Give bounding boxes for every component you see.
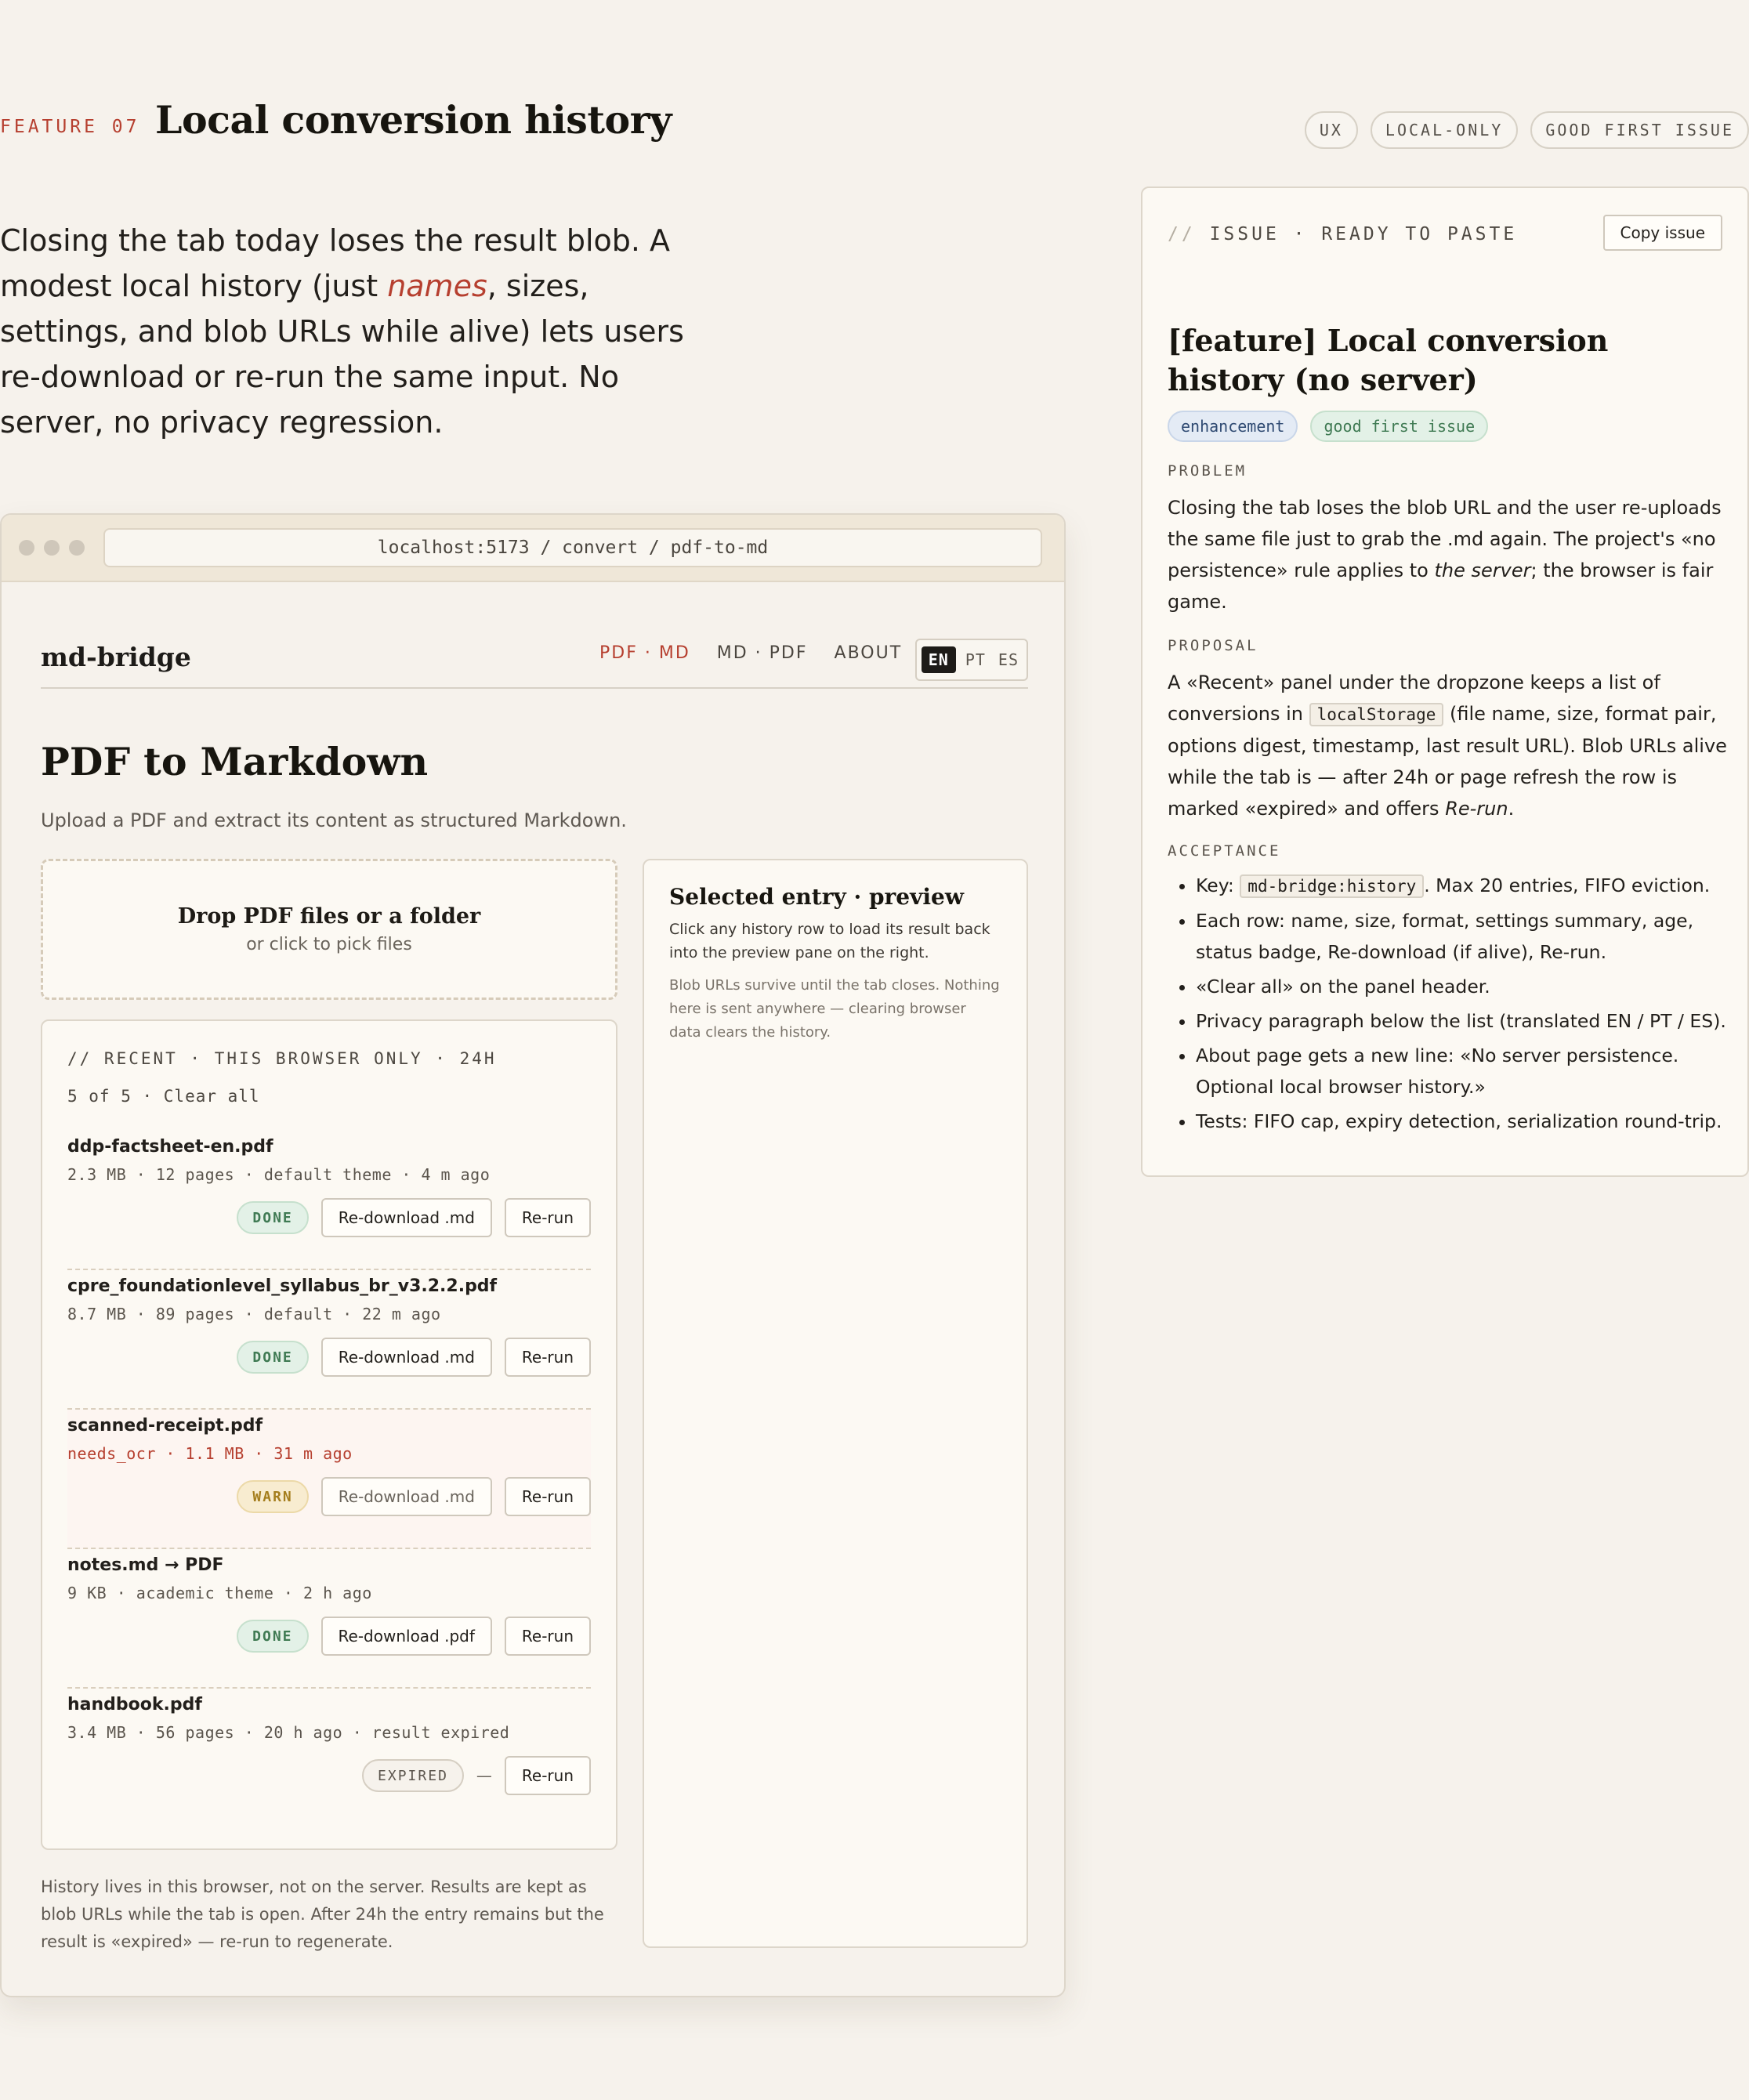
preview-panel: Selected entry · preview Click any histo… <box>643 859 1028 1948</box>
acceptance-item: About page gets a new line: «No server p… <box>1196 1040 1730 1102</box>
row-meta: 9 KB · academic theme · 2 h ago <box>67 1584 372 1602</box>
label-enhancement: enhancement <box>1168 411 1298 442</box>
row-actions: WARN Re-download .md Re-run <box>237 1477 591 1516</box>
rerun-button[interactable]: Re-run <box>504 1198 591 1237</box>
lang-en[interactable]: EN <box>921 646 956 673</box>
acceptance-label: ACCEPTANCE <box>1168 842 1281 860</box>
app-title: PDF to Markdown <box>41 739 429 784</box>
preview-title: Selected entry · preview <box>669 884 964 910</box>
row-actions: EXPIRED — Re-run <box>362 1756 591 1795</box>
row-meta: 8.7 MB · 89 pages · default · 22 m ago <box>67 1305 441 1323</box>
dropzone-title: Drop PDF files or a folder <box>177 904 481 929</box>
problem-label: PROBLEM <box>1168 462 1247 480</box>
status-badge: DONE <box>237 1341 309 1374</box>
app-content: md-bridge PDF · MD MD · PDF ABOUT EN PT … <box>41 582 1028 1951</box>
preview-note: Blob URLs survive until the tab closes. … <box>669 977 1000 1041</box>
redownload-button[interactable]: Re-download .pdf <box>320 1617 492 1656</box>
dropzone-subtitle: or click to pick files <box>246 935 412 954</box>
status-badge: EXPIRED <box>362 1759 464 1792</box>
acceptance-item: Privacy paragraph below the list (transl… <box>1196 1005 1730 1037</box>
issue-labels: enhancement good first issue <box>1168 411 1489 442</box>
proposal-label: PROPOSAL <box>1168 637 1258 654</box>
row-actions: DONE Re-download .pdf Re-run <box>237 1617 591 1656</box>
row-file-name: notes.md → PDF <box>67 1555 224 1575</box>
window-dot-icon[interactable] <box>19 540 34 556</box>
address-bar[interactable]: localhost:5173 / convert / pdf-to-md <box>103 528 1042 567</box>
rerun-button[interactable]: Re-run <box>504 1617 591 1656</box>
row-actions: DONE Re-download .md Re-run <box>237 1198 591 1237</box>
redownload-button[interactable]: Re-download .md <box>320 1198 492 1237</box>
nav-md-to-pdf[interactable]: MD · PDF <box>717 643 808 663</box>
tag-local-only: LOCAL-ONLY <box>1370 111 1519 149</box>
nav-pdf-to-md[interactable]: PDF · MD <box>599 643 690 663</box>
privacy-footnote: History lives in this browser, not on th… <box>41 1877 604 1951</box>
lang-es[interactable]: ES <box>995 647 1022 672</box>
nav-links: PDF · MD MD · PDF ABOUT <box>599 643 902 663</box>
acceptance-list: Key: md-bridge:history. Max 20 entries, … <box>1168 870 1730 1137</box>
history-count-clear-all[interactable]: 5 of 5 · Clear all <box>67 1087 591 1106</box>
status-badge: DONE <box>237 1620 309 1653</box>
no-download-placeholder: — <box>476 1766 492 1785</box>
history-list: ddp-factsheet-en.pdf 2.3 MB · 12 pages ·… <box>67 1131 591 1828</box>
file-dropzone[interactable]: Drop PDF files or a folder or click to p… <box>41 859 617 1000</box>
browser-chrome: localhost:5173 / convert / pdf-to-md <box>2 515 1064 582</box>
acceptance-item: «Clear all» on the panel header. <box>1196 971 1730 1002</box>
code-history-key: md-bridge:history <box>1240 874 1425 898</box>
problem-body: Closing the tab loses the blob URL and t… <box>1168 497 1722 613</box>
lang-pt[interactable]: PT <box>962 647 989 672</box>
tag-list: UX LOCAL-ONLY GOOD FIRST ISSUE <box>1304 111 1749 149</box>
code-localstorage: localStorage <box>1309 703 1444 726</box>
copy-issue-button[interactable]: Copy issue <box>1602 215 1722 251</box>
preview-text: Click any history row to load its result… <box>669 921 990 961</box>
acceptance-item: Tests: FIFO cap, expiry detection, seria… <box>1196 1106 1730 1137</box>
browser-window: localhost:5173 / convert / pdf-to-md md-… <box>0 513 1066 1997</box>
label-good-first-issue: good first issue <box>1310 411 1489 442</box>
row-file-name: handbook.pdf <box>67 1695 202 1714</box>
history-row[interactable]: cpre_foundationlevel_syllabus_br_v3.2.2.… <box>67 1270 591 1410</box>
row-meta: needs_ocr · 1.1 MB · 31 m ago <box>67 1444 353 1463</box>
history-heading: // RECENT · THIS BROWSER ONLY · 24H <box>67 1049 497 1068</box>
acceptance-item: Key: md-bridge:history. Max 20 entries, … <box>1196 870 1730 902</box>
status-badge: DONE <box>237 1201 309 1234</box>
intro-paragraph: Closing the tab today loses the result b… <box>0 223 684 440</box>
redownload-button[interactable]: Re-download .md <box>320 1338 492 1377</box>
issue-heading: // ISSUE · READY TO PASTE <box>1168 224 1518 244</box>
row-file-name: cpre_foundationlevel_syllabus_br_v3.2.2.… <box>67 1276 498 1296</box>
feature-label: FEATURE 07 <box>0 117 140 137</box>
rerun-button[interactable]: Re-run <box>504 1756 591 1795</box>
tag-good-first-issue: GOOD FIRST ISSUE <box>1530 111 1749 149</box>
nav-about[interactable]: ABOUT <box>835 643 903 663</box>
page-title: Local conversion history <box>155 97 672 143</box>
rerun-button[interactable]: Re-run <box>504 1477 591 1516</box>
issue-card: // ISSUE · READY TO PASTE Copy issue [fe… <box>1141 186 1749 1177</box>
row-meta: 3.4 MB · 56 pages · 20 h ago · result ex… <box>67 1723 510 1742</box>
app-subtitle: Upload a PDF and extract its content as … <box>41 809 627 831</box>
history-panel: // RECENT · THIS BROWSER ONLY · 24H 5 of… <box>41 1019 617 1850</box>
intro-emphasis: names <box>387 269 487 303</box>
proposal-body: A «Recent» panel under the dropzone keep… <box>1168 672 1727 820</box>
app-navbar: md-bridge PDF · MD MD · PDF ABOUT EN PT … <box>41 582 1028 689</box>
redownload-button[interactable]: Re-download .md <box>320 1477 492 1516</box>
history-row[interactable]: ddp-factsheet-en.pdf 2.3 MB · 12 pages ·… <box>67 1131 591 1270</box>
history-row-warning[interactable]: scanned-receipt.pdf needs_ocr · 1.1 MB ·… <box>67 1410 591 1549</box>
status-badge: WARN <box>237 1480 309 1513</box>
history-row[interactable]: notes.md → PDF 9 KB · academic theme · 2… <box>67 1549 591 1689</box>
window-dot-icon[interactable] <box>44 540 60 556</box>
row-file-name: ddp-factsheet-en.pdf <box>67 1137 273 1157</box>
row-file-name: scanned-receipt.pdf <box>67 1416 263 1436</box>
window-dot-icon[interactable] <box>69 540 85 556</box>
acceptance-item: Each row: name, size, format, settings s… <box>1196 905 1730 968</box>
history-row-expired[interactable]: handbook.pdf 3.4 MB · 56 pages · 20 h ag… <box>67 1689 591 1828</box>
row-actions: DONE Re-download .md Re-run <box>237 1338 591 1377</box>
tag-ux: UX <box>1304 111 1358 149</box>
rerun-button[interactable]: Re-run <box>504 1338 591 1377</box>
row-meta: 2.3 MB · 12 pages · default theme · 4 m … <box>67 1165 491 1184</box>
issue-title: [feature] Local conversion history (no s… <box>1168 323 1609 397</box>
acceptance-body: Key: md-bridge:history. Max 20 entries, … <box>1168 870 1730 1140</box>
brand-logo[interactable]: md-bridge <box>41 642 191 672</box>
language-switcher: EN PT ES <box>914 639 1028 681</box>
